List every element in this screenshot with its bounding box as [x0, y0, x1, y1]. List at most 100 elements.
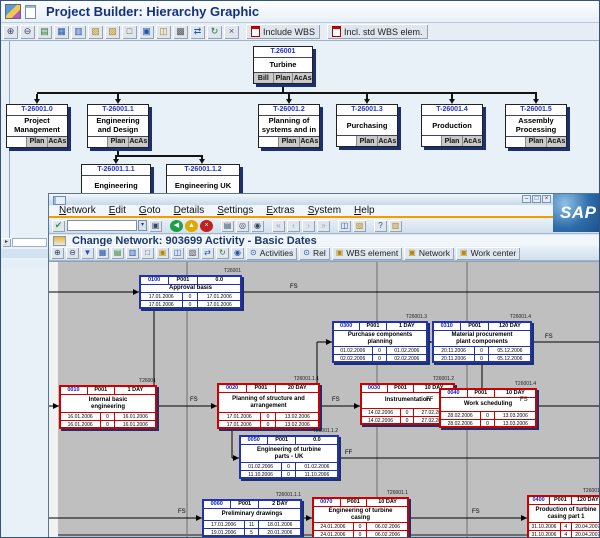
refresh-button[interactable]: ↻: [207, 24, 222, 39]
blank-page-button[interactable]: □: [141, 247, 154, 259]
incl.-std-wbs-elem.-button[interactable]: Incl. std WBS elem.: [327, 24, 428, 39]
insert-template-button[interactable]: ▣: [139, 24, 154, 39]
plan-button[interactable]: Plan: [26, 136, 47, 147]
connect-button[interactable]: ⇄: [201, 247, 214, 259]
acas-button[interactable]: AcAs: [376, 136, 397, 147]
previous-page-button[interactable]: ‹: [287, 219, 300, 232]
button-label: Network: [418, 248, 450, 258]
first-page-button[interactable]: «: [272, 219, 285, 232]
hierarchy-node-root[interactable]: T.26001 Turbine Bill Plan AcAs: [253, 46, 313, 85]
customize-button[interactable]: ▥: [389, 219, 402, 232]
menu-edit[interactable]: Edit: [109, 205, 126, 216]
acas-button[interactable]: AcAs: [46, 136, 67, 147]
acas-button[interactable]: AcAs: [127, 136, 148, 147]
person-button[interactable]: ◉: [231, 247, 244, 259]
activities-button[interactable]: ⊙ Activities: [246, 246, 298, 260]
hierarchy-node-t-26001.3[interactable]: T-26001.3 Purchasing Plan AcAs: [336, 104, 398, 148]
grid-button[interactable]: ▥: [126, 247, 139, 259]
last-page-button[interactable]: »: [317, 219, 330, 232]
plan-button[interactable]: Plan: [272, 73, 293, 84]
hierarchy-node-t-26001.2[interactable]: T-26001.2 Planning of systems and in Plan Ac…: [258, 104, 320, 148]
shortcut-button[interactable]: ▨: [353, 219, 366, 232]
activity-engineering-turbine-uk[interactable]: T26001.1.2 0050 P001 0.0 Engineering of turb…: [239, 429, 339, 479]
table-button[interactable]: ▦: [96, 247, 109, 259]
clipboard-button[interactable]: ▩: [173, 24, 188, 39]
network-button[interactable]: ▣ Network: [404, 246, 454, 260]
minimize-button[interactable]: –: [522, 195, 531, 203]
plan-button[interactable]: Plan: [441, 136, 462, 147]
hierarchy-node-t-26001.1.1[interactable]: T-26001.1.1 Engineering: [81, 164, 151, 197]
plan-button[interactable]: Plan: [278, 136, 299, 147]
copy-page-button[interactable]: ▣: [156, 247, 169, 259]
exit-button[interactable]: ▲: [185, 219, 198, 232]
acas-button[interactable]: AcAs: [298, 136, 319, 147]
rel-button[interactable]: ⊙ Rel: [299, 246, 330, 260]
activity-purchase-components[interactable]: T26001.3 0300 P001 1 DAY Purchase components…: [332, 315, 428, 363]
zoom-out-button[interactable]: ⊖: [20, 24, 35, 39]
activity-material-procurement[interactable]: T26001.4 0310 P001 120 DAY Material procurem…: [432, 315, 532, 363]
maximize-button[interactable]: □: [532, 195, 541, 203]
menu-settings[interactable]: Settings: [217, 205, 253, 216]
menu-details[interactable]: Details: [174, 205, 205, 216]
plan-button[interactable]: Plan: [356, 136, 377, 147]
menu-system[interactable]: System: [308, 205, 341, 216]
navigation-button[interactable]: ▨: [105, 24, 120, 39]
command-dropdown-icon[interactable]: ▾: [138, 220, 147, 231]
bill-button[interactable]: Bill: [254, 73, 273, 84]
menu-help[interactable]: Help: [354, 205, 375, 216]
list-button[interactable]: ▤: [111, 247, 124, 259]
cut-button[interactable]: ×: [224, 24, 239, 39]
back-button[interactable]: ◀: [170, 219, 183, 232]
scroll-track[interactable]: [12, 238, 47, 247]
hierarchy-node-t-26001.1.2[interactable]: T-26001.1.2 Engineering UK: [166, 164, 240, 197]
plan-button[interactable]: Plan: [107, 136, 128, 147]
wbs-element-button[interactable]: ▣ WBS element: [331, 246, 403, 260]
find-next-button[interactable]: ◉: [251, 219, 264, 232]
enter-button[interactable]: ✔: [52, 219, 65, 232]
graphic-button[interactable]: ◫: [156, 24, 171, 39]
create-page-button[interactable]: □: [122, 24, 137, 39]
scroll-right-button[interactable]: ▸: [2, 238, 11, 247]
hierarchy-node-t-26001.1[interactable]: T-26001.1 Engineering and Design Plan AcAs: [87, 104, 149, 148]
clipboard-button[interactable]: ▧: [186, 247, 199, 259]
print-button[interactable]: ▤: [221, 219, 234, 232]
command-field[interactable]: [67, 220, 137, 231]
work-center-button[interactable]: ▣ Work center: [456, 246, 521, 260]
activity-approval-basis[interactable]: T26001 0100 P001 0.0 Approval basis 17.01.200…: [139, 269, 242, 309]
activity-internal-engineering[interactable]: T26001 0010 P001 1 DAY Internal basic enginee…: [59, 379, 157, 429]
cancel-button[interactable]: ×: [200, 219, 213, 232]
save-button[interactable]: ▣: [149, 219, 162, 232]
activity-production-casing[interactable]: T26001.1 0400 P001120 DAY Production of tur…: [527, 489, 599, 537]
table-view-button[interactable]: ▦: [54, 24, 69, 39]
hierarchy-node-t-26001.0[interactable]: T-26001.0 Project Management Plan AcAs: [6, 104, 68, 148]
next-page-button[interactable]: ›: [302, 219, 315, 232]
new-session-button[interactable]: ◫: [338, 219, 351, 232]
hierarchy-node-t-26001.5[interactable]: T-26001.5 Assembly Processing Plan AcAs: [505, 104, 567, 148]
loop-button[interactable]: ↻: [216, 247, 229, 259]
help-button[interactable]: ?: [374, 219, 387, 232]
activity-engineering-casing[interactable]: T26001.1 0070 P001 10 DAY Engineering of tur…: [312, 491, 409, 537]
detail-view-button[interactable]: ▥: [71, 24, 86, 39]
menu-goto[interactable]: Goto: [139, 205, 161, 216]
activity-work-scheduling[interactable]: T26001.4 0040 P001 10 DAY Work scheduling 28.…: [439, 382, 537, 428]
tree-view-button[interactable]: ▤: [37, 24, 52, 39]
close-button[interactable]: ×: [542, 195, 551, 203]
overview-button[interactable]: ◫: [171, 247, 184, 259]
zoom-in-button[interactable]: ⊕: [3, 24, 18, 39]
overview-button[interactable]: ▧: [88, 24, 103, 39]
plan-button[interactable]: Plan: [525, 136, 546, 147]
acas-button[interactable]: AcAs: [292, 73, 313, 84]
acas-button[interactable]: AcAs: [545, 136, 566, 147]
menu-network[interactable]: Network: [59, 205, 96, 216]
zoom-out-button[interactable]: ⊖: [66, 247, 79, 259]
filter-button[interactable]: ▼: [81, 247, 94, 259]
zoom-in-button[interactable]: ⊕: [51, 247, 64, 259]
acas-button[interactable]: AcAs: [461, 136, 482, 147]
activity-preliminary-drawings[interactable]: T26001.1.1 0060 P001 2 DAY Preliminary drawi…: [202, 493, 302, 537]
find-button[interactable]: ◎: [236, 219, 249, 232]
include-wbs-button[interactable]: Include WBS: [246, 24, 321, 39]
activity-planning-structure[interactable]: T26001.1.1 0020 P001 20 DAY Planning of stru…: [217, 377, 320, 429]
hierarchy-node-t-26001.4[interactable]: T-26001.4 Production Plan AcAs: [421, 104, 483, 148]
menu-extras[interactable]: Extras: [266, 205, 294, 216]
connect-button[interactable]: ⇄: [190, 24, 205, 39]
